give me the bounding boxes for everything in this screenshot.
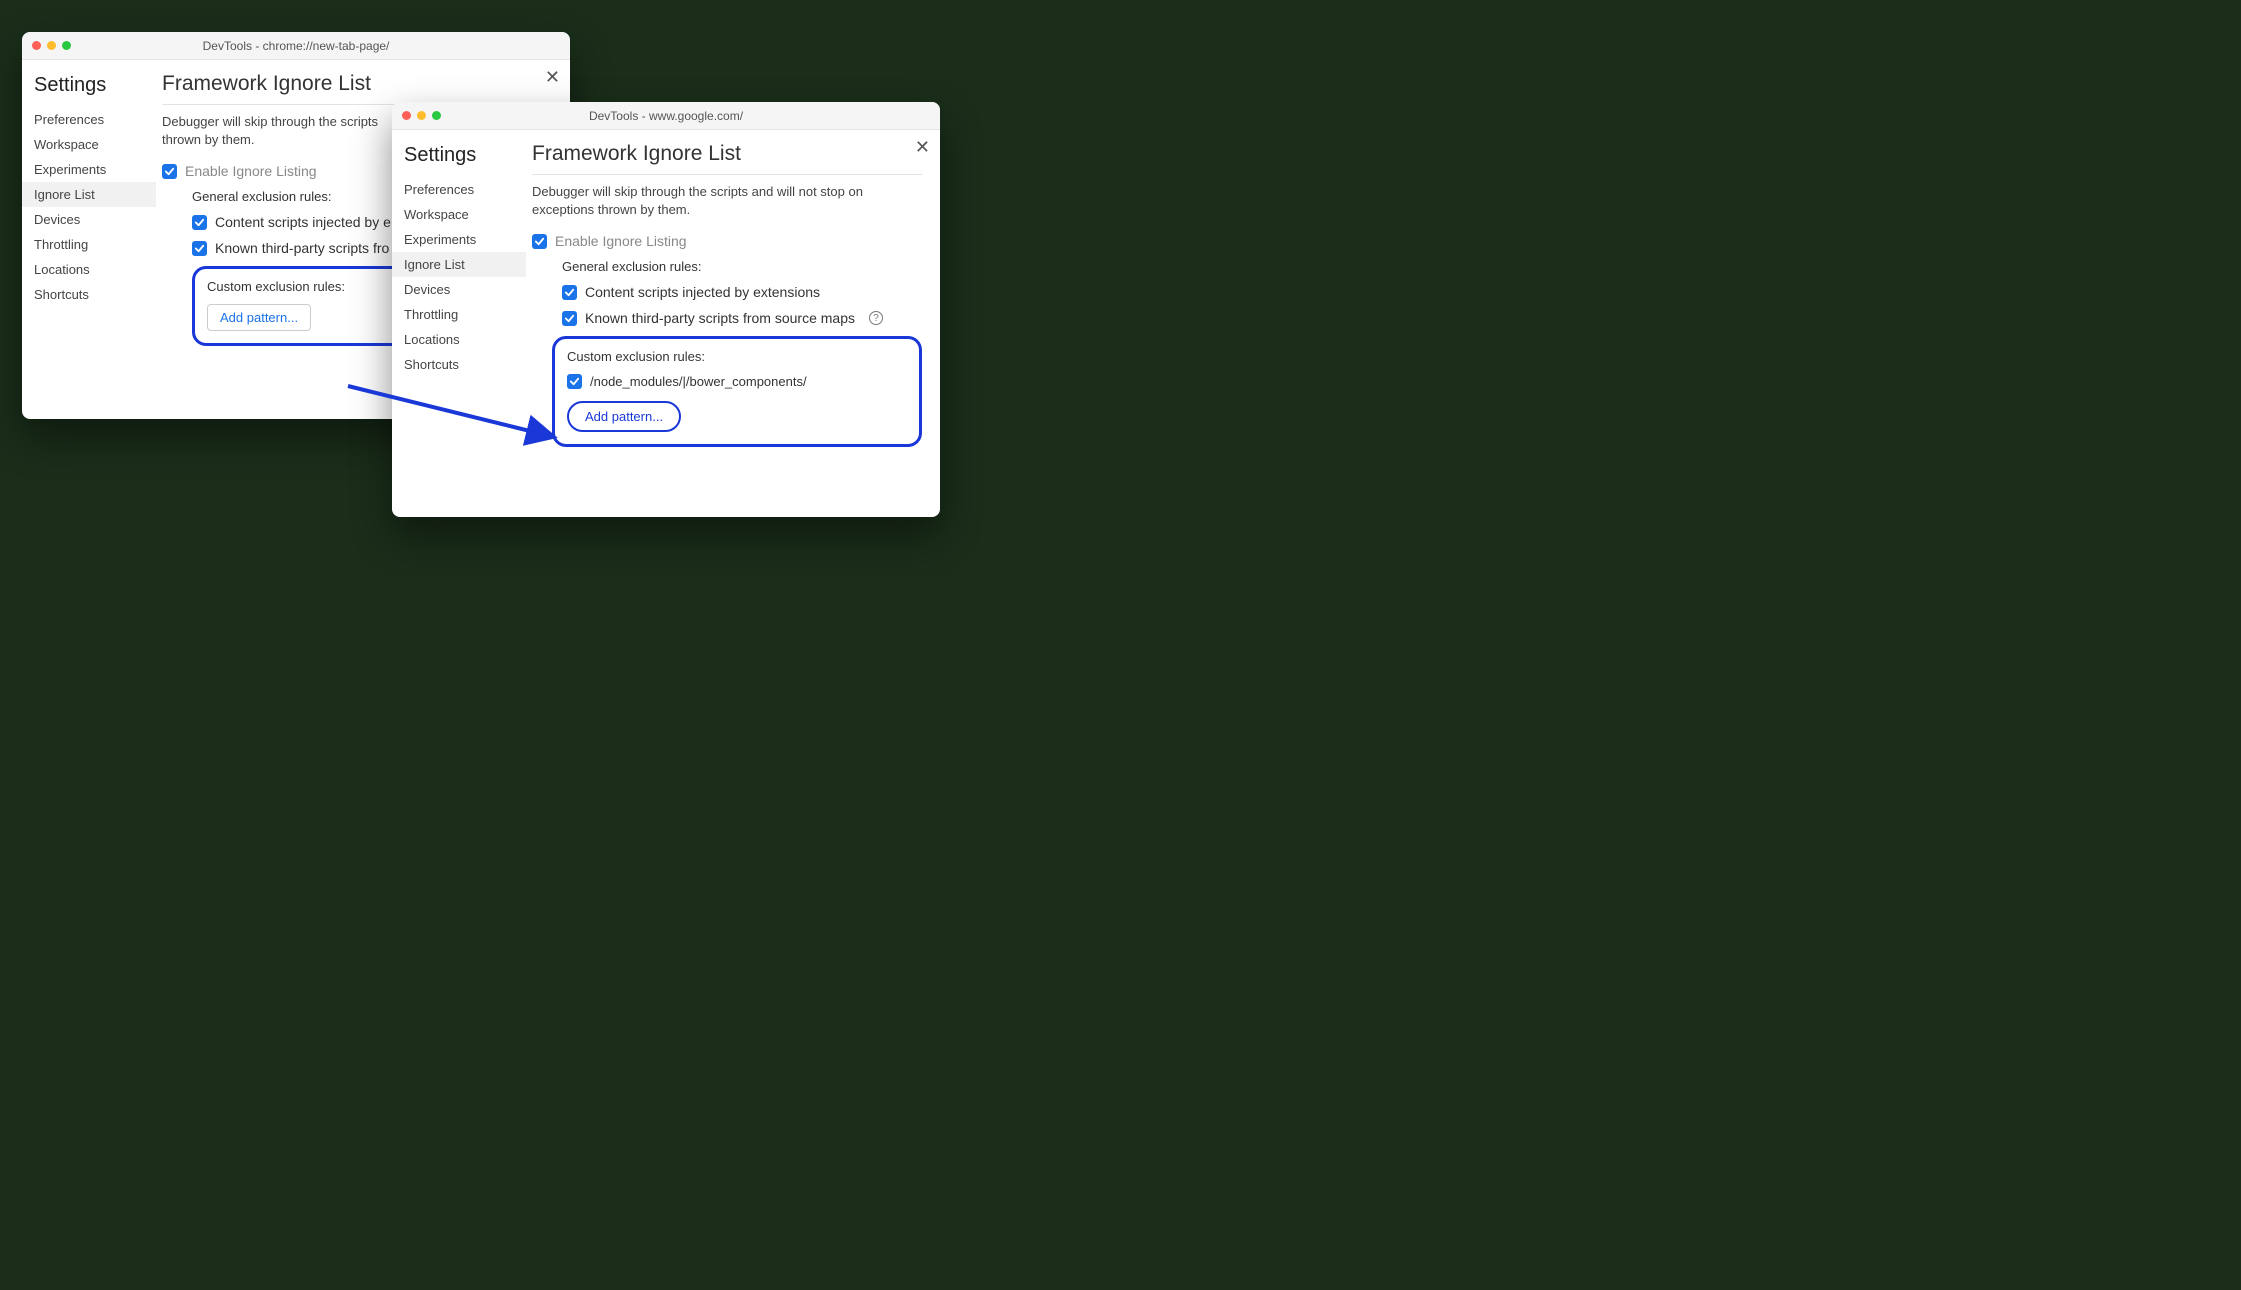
rule-third-party[interactable]: Known third-party scripts from source ma… [562,310,922,326]
traffic-lights [32,41,71,50]
custom-rules-highlight-b: Custom exclusion rules: /node_modules/|/… [552,336,922,447]
settings-heading: Settings [392,140,526,177]
traffic-lights [402,111,441,120]
sidebar-item-experiments[interactable]: Experiments [22,157,156,182]
checkbox-icon[interactable] [192,215,207,230]
enable-ignore-listing-row[interactable]: Enable Ignore Listing [532,233,922,249]
zoom-traffic-icon[interactable] [62,41,71,50]
window-title-b: DevTools - www.google.com/ [392,109,940,123]
enable-label: Enable Ignore Listing [555,233,687,249]
help-icon[interactable]: ? [869,311,883,325]
zoom-traffic-icon[interactable] [432,111,441,120]
checkbox-icon[interactable] [162,164,177,179]
main-panel-b: Framework Ignore List Debugger will skip… [526,130,940,517]
sidebar-item-workspace[interactable]: Workspace [392,202,526,227]
sidebar-item-experiments[interactable]: Experiments [392,227,526,252]
titlebar-b[interactable]: DevTools - www.google.com/ [392,102,940,130]
sidebar-item-preferences[interactable]: Preferences [22,107,156,132]
close-icon[interactable]: ✕ [915,138,930,156]
checkbox-icon[interactable] [192,241,207,256]
general-rules-title: General exclusion rules: [562,259,922,274]
enable-label: Enable Ignore Listing [185,163,317,179]
checkbox-icon[interactable] [567,374,582,389]
sidebar-item-throttling[interactable]: Throttling [392,302,526,327]
window-title-a: DevTools - chrome://new-tab-page/ [22,39,570,53]
minimize-traffic-icon[interactable] [417,111,426,120]
sidebar-item-locations[interactable]: Locations [392,327,526,352]
sidebar-item-workspace[interactable]: Workspace [22,132,156,157]
add-pattern-button[interactable]: Add pattern... [567,401,681,432]
rule-content-scripts[interactable]: Content scripts injected by extensions [562,284,922,300]
sidebar-item-locations[interactable]: Locations [22,257,156,282]
custom-pattern-text: /node_modules/|/bower_components/ [590,374,807,389]
settings-heading: Settings [22,70,156,107]
sidebar-item-shortcuts[interactable]: Shortcuts [22,282,156,307]
checkbox-icon[interactable] [562,311,577,326]
sidebar-item-preferences[interactable]: Preferences [392,177,526,202]
close-traffic-icon[interactable] [32,41,41,50]
sidebar-item-devices[interactable]: Devices [392,277,526,302]
sidebar-b: Settings Preferences Workspace Experimen… [392,130,526,517]
sidebar-item-ignore-list[interactable]: Ignore List [22,182,156,207]
close-icon[interactable]: ✕ [545,68,560,86]
sidebar-a: Settings Preferences Workspace Experimen… [22,60,156,419]
custom-rules-title: Custom exclusion rules: [567,349,907,364]
checkbox-icon[interactable] [532,234,547,249]
page-title: Framework Ignore List [162,72,552,105]
devtools-window-b: DevTools - www.google.com/ ✕ Settings Pr… [392,102,940,517]
checkbox-icon[interactable] [562,285,577,300]
titlebar-a[interactable]: DevTools - chrome://new-tab-page/ [22,32,570,60]
custom-pattern-row[interactable]: /node_modules/|/bower_components/ [567,374,907,389]
sidebar-item-devices[interactable]: Devices [22,207,156,232]
sidebar-item-ignore-list[interactable]: Ignore List [392,252,526,277]
sidebar-item-throttling[interactable]: Throttling [22,232,156,257]
page-description: Debugger will skip through the scripts a… [532,183,922,219]
close-traffic-icon[interactable] [402,111,411,120]
minimize-traffic-icon[interactable] [47,41,56,50]
add-pattern-button[interactable]: Add pattern... [207,304,311,331]
sidebar-item-shortcuts[interactable]: Shortcuts [392,352,526,377]
page-title: Framework Ignore List [532,142,922,175]
